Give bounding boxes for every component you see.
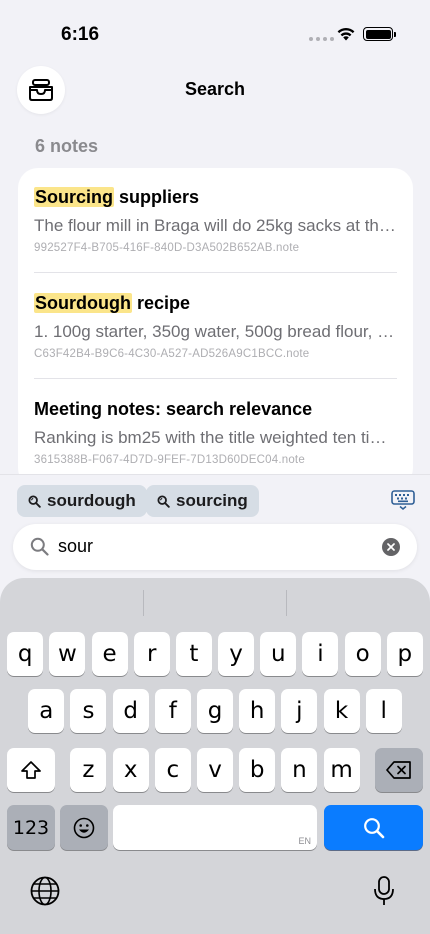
key[interactable]: q [7,632,44,676]
emoji-icon [73,817,95,838]
nav-header: Search [0,66,430,114]
key-row-3: z x c v b n m [0,748,430,792]
notes-count: 6 notes [35,136,99,156]
key[interactable]: x [112,748,149,792]
result-title: Meeting notes: search relevance [34,399,313,419]
search-input[interactable]: sour [13,524,417,570]
key[interactable]: y [218,632,255,676]
delete-key[interactable] [375,748,423,792]
search-icon [363,817,384,838]
key[interactable]: h [239,689,276,733]
keyboard: q w e r t y u i o p a s d f g h j k l z … [0,578,430,934]
suggestion-chip[interactable]: sourcing [146,485,259,517]
divider [34,272,397,273]
key[interactable]: f [154,689,191,733]
result-filename: 3615388B-F067-4D7D-9FEF-7D13D60DEC04.not… [34,454,305,466]
key[interactable]: m [323,748,360,792]
key[interactable]: z [70,748,107,792]
key[interactable]: o [344,632,381,676]
key[interactable]: b [239,748,276,792]
microphone-icon[interactable] [372,875,396,907]
results-list: Sourcing suppliers The flour mill in Bra… [18,168,413,488]
result-filename: C63F42B4-B9C6-4C30-A527-AD526A9C1BCC.not… [34,348,310,360]
search-key[interactable] [324,805,423,850]
suggestion-label: sourdough [47,491,136,510]
backspace-icon [386,761,411,779]
keyboard-language: EN [298,836,311,846]
battery-icon [363,27,396,41]
key[interactable]: s [70,689,107,733]
key[interactable]: a [28,689,65,733]
key-row-2: a s d f g h j k l [0,689,430,733]
divider [34,378,397,379]
search-icon [28,494,41,508]
key[interactable]: l [365,689,402,733]
match-highlight: Sourdough [34,293,132,313]
globe-icon[interactable] [29,875,61,907]
key[interactable]: n [281,748,318,792]
result-title: Sourcing suppliers [34,187,200,207]
page-title: Search [184,79,246,99]
wifi-icon [337,27,355,41]
clear-search-button[interactable] [382,538,400,556]
prediction-divider [143,590,144,616]
key[interactable]: v [197,748,233,792]
key[interactable]: u [260,632,297,676]
signal-icon [309,37,334,41]
search-icon [157,494,170,508]
suggestion-chip[interactable]: sourdough [17,485,147,517]
close-icon [387,543,395,551]
key[interactable]: d [112,689,149,733]
key[interactable]: c [154,748,191,792]
key[interactable]: k [323,689,360,733]
key[interactable]: r [133,632,170,676]
result-snippet: 1. 100g starter, 350g water, 500g bread … [34,322,397,341]
result-item[interactable]: Sourdough recipe 1. 100g starter, 350g w… [34,290,397,396]
emoji-key[interactable] [60,805,108,850]
space-key[interactable]: EN [113,805,317,850]
key[interactable]: w [49,632,86,676]
suggestion-label: sourcing [176,491,248,510]
result-item[interactable]: Sourcing suppliers The flour mill in Bra… [34,184,397,290]
result-filename: 992527F4-B705-416F-840D-D3A502B652AB.not… [34,242,300,254]
status-time: 6:16 [61,24,100,45]
search-query: sour [58,536,94,556]
search-dock: sourdough sourcing sour [0,474,430,578]
key[interactable]: i [302,632,339,676]
key[interactable]: j [281,689,318,733]
result-snippet: The flour mill in Braga will do 25kg sac… [34,216,397,235]
result-title: Sourdough recipe [34,293,191,313]
result-snippet: Ranking is bm25 with the title weighted … [34,428,397,447]
key[interactable]: e [91,632,128,676]
match-highlight: Sourcing [34,187,115,207]
status-bar: 6:16 [0,0,430,60]
key-row-1: q w e r t y u i o p [0,632,430,676]
keyboard-dismiss-icon[interactable] [391,490,415,510]
prediction-divider [286,590,287,616]
numbers-key[interactable]: 123 [7,805,55,850]
search-icon [30,537,49,556]
key[interactable]: t [175,632,212,676]
key[interactable]: g [197,689,233,733]
key[interactable]: p [386,632,423,676]
